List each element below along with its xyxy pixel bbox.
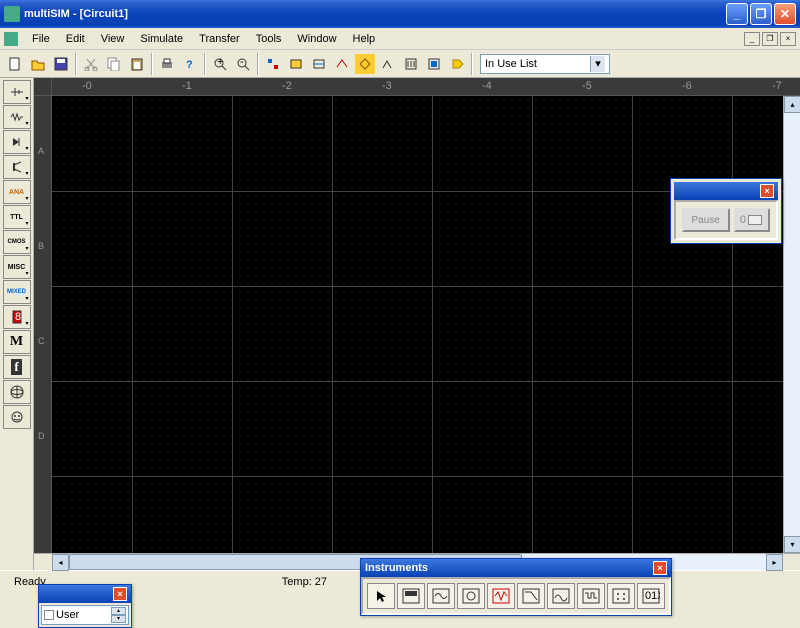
user-close-icon[interactable]: × <box>113 587 127 601</box>
menu-edit[interactable]: Edit <box>58 31 93 47</box>
menu-transfer[interactable]: Transfer <box>191 31 248 47</box>
mdi-restore[interactable]: ❐ <box>762 32 778 46</box>
user-spinner[interactable]: ▴▾ <box>111 607 126 623</box>
menu-view[interactable]: View <box>93 31 133 47</box>
comp-mixed[interactable]: MIXED▾ <box>3 280 31 304</box>
comp-net[interactable] <box>3 380 31 404</box>
app-icon <box>4 6 20 22</box>
tool-6[interactable] <box>377 53 399 75</box>
cut-button[interactable] <box>80 53 102 75</box>
instrument-funcgen[interactable] <box>427 583 455 609</box>
simulation-controls-panel[interactable]: × Pause 0 1 <box>670 178 782 244</box>
comp-diode[interactable]: ▾ <box>3 130 31 154</box>
svg-text:-: - <box>240 57 244 68</box>
scroll-down-icon[interactable]: ▾ <box>784 536 800 553</box>
instrument-scope[interactable] <box>487 583 515 609</box>
instrument-cursor[interactable] <box>367 583 395 609</box>
scroll-right-icon[interactable]: ▸ <box>766 554 783 571</box>
svg-text:01X: 01X <box>645 590 660 602</box>
tool-8[interactable] <box>423 53 445 75</box>
paste-button[interactable] <box>126 53 148 75</box>
in-use-list-combo[interactable]: In Use List ▾ <box>480 54 610 74</box>
menu-help[interactable]: Help <box>345 31 384 47</box>
svg-text:+: + <box>217 57 223 68</box>
menu-simulate[interactable]: Simulate <box>132 31 191 47</box>
instruments-close-icon[interactable]: × <box>653 561 667 575</box>
instrument-logic-conv[interactable] <box>607 583 635 609</box>
instrument-logic-analyzer[interactable] <box>577 583 605 609</box>
canvas-area: -0 -1 -2 -3 -4 -5 -6 -7 A B C D <box>34 78 800 570</box>
status-temp: Temp: 27 <box>274 574 335 590</box>
comp-indicator[interactable]: 8▾ <box>3 305 31 329</box>
instrument-wordgen[interactable] <box>547 583 575 609</box>
comp-analog[interactable]: ANA▾ <box>3 180 31 204</box>
instruments-panel[interactable]: Instruments × 01X <box>360 558 672 616</box>
scroll-up-icon[interactable]: ▴ <box>784 96 800 113</box>
run-switch[interactable]: 0 1 <box>734 208 770 232</box>
combo-arrow-icon: ▾ <box>590 56 605 72</box>
menu-tools[interactable]: Tools <box>248 31 290 47</box>
app-title: multiSIM <box>24 8 70 20</box>
comp-basic[interactable]: ▾ <box>3 105 31 129</box>
main-toolbar: ? + - In Use List ▾ <box>0 50 800 78</box>
tool-2[interactable] <box>285 53 307 75</box>
comp-misc2[interactable] <box>3 405 31 429</box>
checkbox-icon <box>44 610 54 620</box>
comp-ttl[interactable]: TTL▾ <box>3 205 31 229</box>
comp-transistor[interactable]: ▾ <box>3 155 31 179</box>
schematic-canvas[interactable] <box>52 96 783 553</box>
svg-text:8: 8 <box>15 311 21 323</box>
print-button[interactable] <box>156 53 178 75</box>
comp-f[interactable]: f <box>3 355 31 379</box>
tool-4[interactable] <box>331 53 353 75</box>
tool-3[interactable] <box>308 53 330 75</box>
user-combo[interactable]: User ▴▾ <box>41 605 129 625</box>
simctrl-titlebar[interactable]: × <box>674 182 778 200</box>
mdi-minimize[interactable]: _ <box>744 32 760 46</box>
instruments-titlebar[interactable]: Instruments × <box>361 559 671 577</box>
run-button[interactable] <box>446 53 468 75</box>
tool-7[interactable] <box>400 53 422 75</box>
comp-m[interactable]: M <box>3 330 31 354</box>
help-button[interactable]: ? <box>179 53 201 75</box>
pause-button[interactable]: Pause <box>682 208 730 232</box>
mdi-icon <box>4 32 18 46</box>
copy-button[interactable] <box>103 53 125 75</box>
instrument-dist-analyzer[interactable]: 01X <box>637 583 665 609</box>
zoom-in-button[interactable]: + <box>209 53 231 75</box>
menu-file[interactable]: File <box>24 31 58 47</box>
user-combo-label: User <box>56 609 79 621</box>
maximize-button[interactable]: ❐ <box>750 3 772 25</box>
minimize-button[interactable]: _ <box>726 3 748 25</box>
ruler-vertical: A B C D <box>34 96 52 553</box>
doc-title: [Circuit1] <box>80 8 128 20</box>
instrument-wattmeter[interactable] <box>457 583 485 609</box>
tool-5[interactable] <box>354 53 376 75</box>
scroll-left-icon[interactable]: ◂ <box>52 554 69 571</box>
menubar: File Edit View Simulate Transfer Tools W… <box>0 28 800 50</box>
svg-text:?: ? <box>186 59 193 71</box>
instruments-title: Instruments <box>365 562 428 574</box>
mdi-close[interactable]: × <box>780 32 796 46</box>
close-button[interactable]: ✕ <box>774 3 796 25</box>
user-panel[interactable]: × User ▴▾ <box>38 584 132 628</box>
ruler-horizontal: -0 -1 -2 -3 -4 -5 -6 -7 <box>34 78 800 96</box>
comp-misc[interactable]: MISC▾ <box>3 255 31 279</box>
titlebar: multiSIM - [Circuit1] _ ❐ ✕ <box>0 0 800 28</box>
combo-value: In Use List <box>485 58 537 70</box>
tool-1[interactable] <box>262 53 284 75</box>
save-button[interactable] <box>50 53 72 75</box>
vertical-scrollbar[interactable]: ▴ ▾ <box>783 96 800 553</box>
instrument-multimeter[interactable] <box>397 583 425 609</box>
zoom-out-button[interactable]: - <box>232 53 254 75</box>
component-toolbar: ▾ ▾ ▾ ▾ ANA▾ TTL▾ CMOS▾ MISC▾ MIXED▾ 8▾ … <box>0 78 34 570</box>
user-titlebar[interactable]: × <box>39 585 131 603</box>
simctrl-close-icon[interactable]: × <box>760 184 774 198</box>
menu-window[interactable]: Window <box>289 31 344 47</box>
comp-source[interactable]: ▾ <box>3 80 31 104</box>
comp-cmos[interactable]: CMOS▾ <box>3 230 31 254</box>
open-button[interactable] <box>27 53 49 75</box>
instrument-bode[interactable] <box>517 583 545 609</box>
new-button[interactable] <box>4 53 26 75</box>
